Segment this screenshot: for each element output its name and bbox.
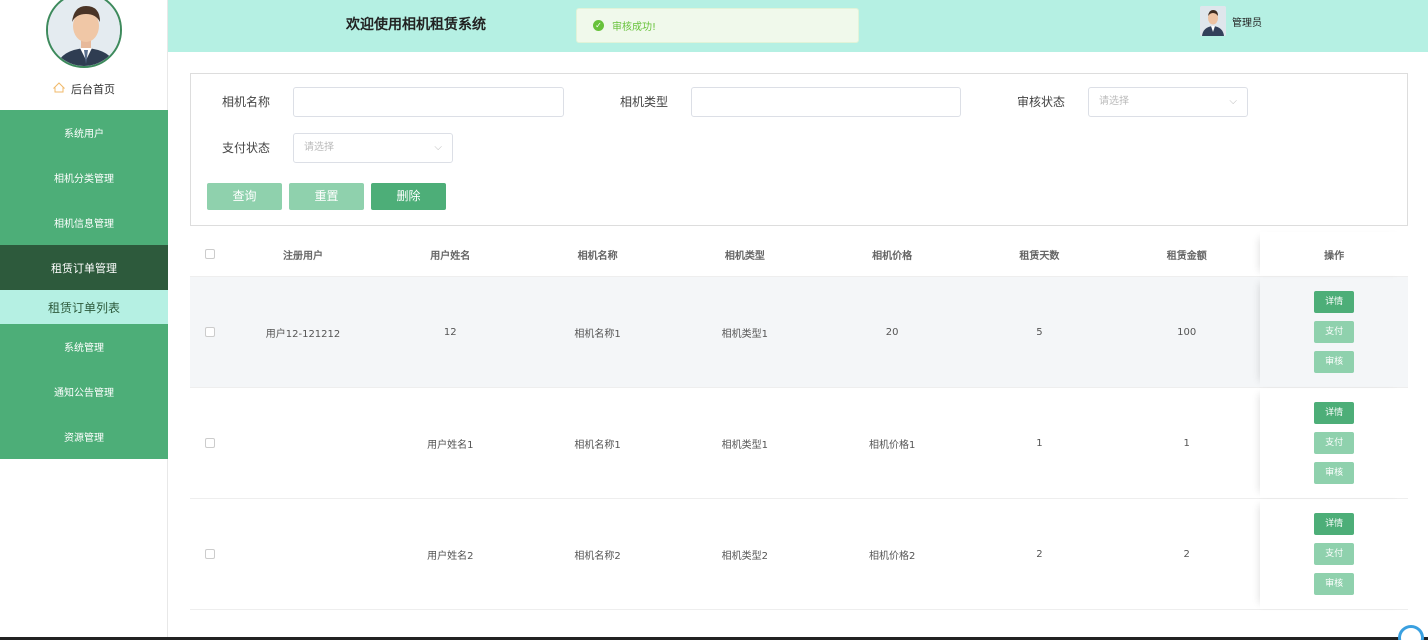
col-registered-user: 注册用户 (283, 250, 324, 262)
home-label: 后台首页 (71, 83, 115, 96)
home-icon (52, 82, 66, 96)
cell-user-name: 用户姓名1 (427, 439, 474, 451)
audit-status-label: 审核状态 (1017, 95, 1066, 109)
cell-user-name: 用户姓名2 (427, 550, 474, 562)
cell-camera-price: 相机价格1 (868, 439, 916, 451)
sidebar: 后台首页 系统用户 相机分类管理 相机信息管理 租赁订单管理 租赁订单列表 系统… (0, 0, 168, 640)
orders-table: 注册用户 用户姓名 相机名称 相机类型 相机价格 租赁天数 租赁金额 操作 用户… (190, 232, 1408, 610)
table-header: 注册用户 用户姓名 相机名称 相机类型 相机价格 租赁天数 租赁金额 操作 (190, 232, 1408, 277)
sidebar-item-rental-order-list[interactable]: 租赁订单列表 (0, 290, 168, 324)
pay-status-select[interactable]: 请选择 ⌵ (293, 133, 453, 163)
audit-status-select[interactable]: 请选择 ⌵ (1088, 87, 1248, 117)
table-row: 用户姓名1 相机名称1 相机类型1 相机价格1 1 1 详情 支付 审核 (190, 388, 1408, 499)
cell-rental-days: 1 (1036, 437, 1043, 449)
cell-camera-name: 相机名称1 (574, 328, 621, 340)
cell-rental-days: 5 (1036, 326, 1043, 338)
avatar[interactable] (46, 0, 122, 68)
page-title: 欢迎使用相机租赁系统 (346, 17, 486, 33)
search-panel: 相机名称 相机类型 审核状态 请选择 ⌵ 支付状态 请选择 ⌵ 查询 重置 删除 (190, 73, 1408, 226)
pay-button[interactable]: 支付 (1314, 543, 1355, 565)
camera-name-label: 相机名称 (222, 95, 271, 109)
sidebar-item-resource-management[interactable]: 资源管理 (0, 414, 168, 459)
audit-button[interactable]: 审核 (1314, 462, 1355, 484)
table-row: 用户姓名2 相机名称2 相机类型2 相机价格2 2 2 详情 支付 审核 (190, 499, 1408, 610)
detail-button[interactable]: 详情 (1314, 513, 1355, 535)
detail-button[interactable]: 详情 (1314, 402, 1355, 424)
pay-button[interactable]: 支付 (1314, 321, 1355, 343)
cell-rental-amount: 100 (1177, 326, 1197, 338)
check-circle-icon: ✓ (593, 20, 604, 31)
cell-camera-price: 20 (885, 326, 899, 338)
cell-user-name: 12 (443, 326, 457, 338)
admin-label: 管理员 (1232, 17, 1262, 29)
sidebar-item-camera-category[interactable]: 相机分类管理 (0, 155, 168, 200)
cell-rental-amount: 2 (1183, 548, 1190, 560)
row-checkbox[interactable] (190, 327, 229, 337)
success-toast: ✓ 审核成功! (576, 8, 859, 43)
col-camera-name: 相机名称 (577, 250, 618, 262)
sidebar-item-rental-orders[interactable]: 租赁订单管理 (0, 245, 168, 290)
table-row: 用户12-121212 12 相机名称1 相机类型1 20 5 100 详情 支… (190, 277, 1408, 388)
admin-avatar (1200, 6, 1226, 36)
col-user-name: 用户姓名 (430, 250, 471, 262)
sidebar-item-notice-management[interactable]: 通知公告管理 (0, 369, 168, 414)
col-rental-amount: 租赁金额 (1166, 250, 1207, 262)
row-actions: 详情 支付 审核 (1260, 499, 1408, 609)
cell-camera-type: 相机类型1 (721, 328, 769, 340)
pay-button[interactable]: 支付 (1314, 432, 1355, 454)
top-header: 欢迎使用相机租赁系统 ✓ 审核成功! 管理员 (168, 0, 1428, 52)
delete-button[interactable]: 删除 (371, 183, 446, 210)
col-actions: 操作 (1260, 232, 1408, 277)
select-all-checkbox[interactable] (190, 249, 229, 259)
row-checkbox[interactable] (190, 549, 229, 559)
audit-button[interactable]: 审核 (1314, 351, 1355, 373)
camera-type-label: 相机类型 (620, 95, 669, 109)
home-link[interactable]: 后台首页 (0, 80, 168, 98)
row-actions: 详情 支付 审核 (1260, 388, 1408, 498)
chevron-down-icon: ⌵ (434, 142, 442, 153)
camera-name-input[interactable] (293, 87, 564, 117)
col-camera-price: 相机价格 (872, 250, 913, 262)
sidebar-menu: 系统用户 相机分类管理 相机信息管理 租赁订单管理 租赁订单列表 系统管理 通知… (0, 110, 168, 459)
chevron-down-icon: ⌵ (1229, 96, 1237, 107)
admin-menu[interactable]: 管理员 (1200, 6, 1262, 36)
query-button[interactable]: 查询 (207, 183, 282, 210)
detail-button[interactable]: 详情 (1314, 291, 1355, 313)
camera-type-input[interactable] (691, 87, 961, 117)
cell-camera-name: 相机名称2 (574, 550, 621, 562)
sidebar-item-system-management[interactable]: 系统管理 (0, 324, 168, 369)
cell-camera-type: 相机类型2 (721, 550, 769, 562)
row-actions: 详情 支付 审核 (1260, 277, 1408, 387)
cell-rental-days: 2 (1036, 548, 1043, 560)
cell-camera-name: 相机名称1 (574, 439, 621, 451)
cell-camera-type: 相机类型1 (721, 439, 769, 451)
sidebar-item-system-users[interactable]: 系统用户 (0, 110, 168, 155)
cell-rental-amount: 1 (1183, 437, 1190, 449)
pay-status-label: 支付状态 (222, 141, 271, 155)
assistant-bubble-icon[interactable] (1398, 625, 1424, 640)
col-rental-days: 租赁天数 (1019, 250, 1060, 262)
toast-message: 审核成功! (612, 22, 657, 33)
sidebar-item-camera-info[interactable]: 相机信息管理 (0, 200, 168, 245)
cell-registered-user: 用户12-121212 (265, 328, 341, 340)
col-camera-type: 相机类型 (724, 250, 765, 262)
audit-button[interactable]: 审核 (1314, 573, 1355, 595)
cell-camera-price: 相机价格2 (868, 550, 916, 562)
reset-button[interactable]: 重置 (289, 183, 364, 210)
row-checkbox[interactable] (190, 438, 229, 448)
